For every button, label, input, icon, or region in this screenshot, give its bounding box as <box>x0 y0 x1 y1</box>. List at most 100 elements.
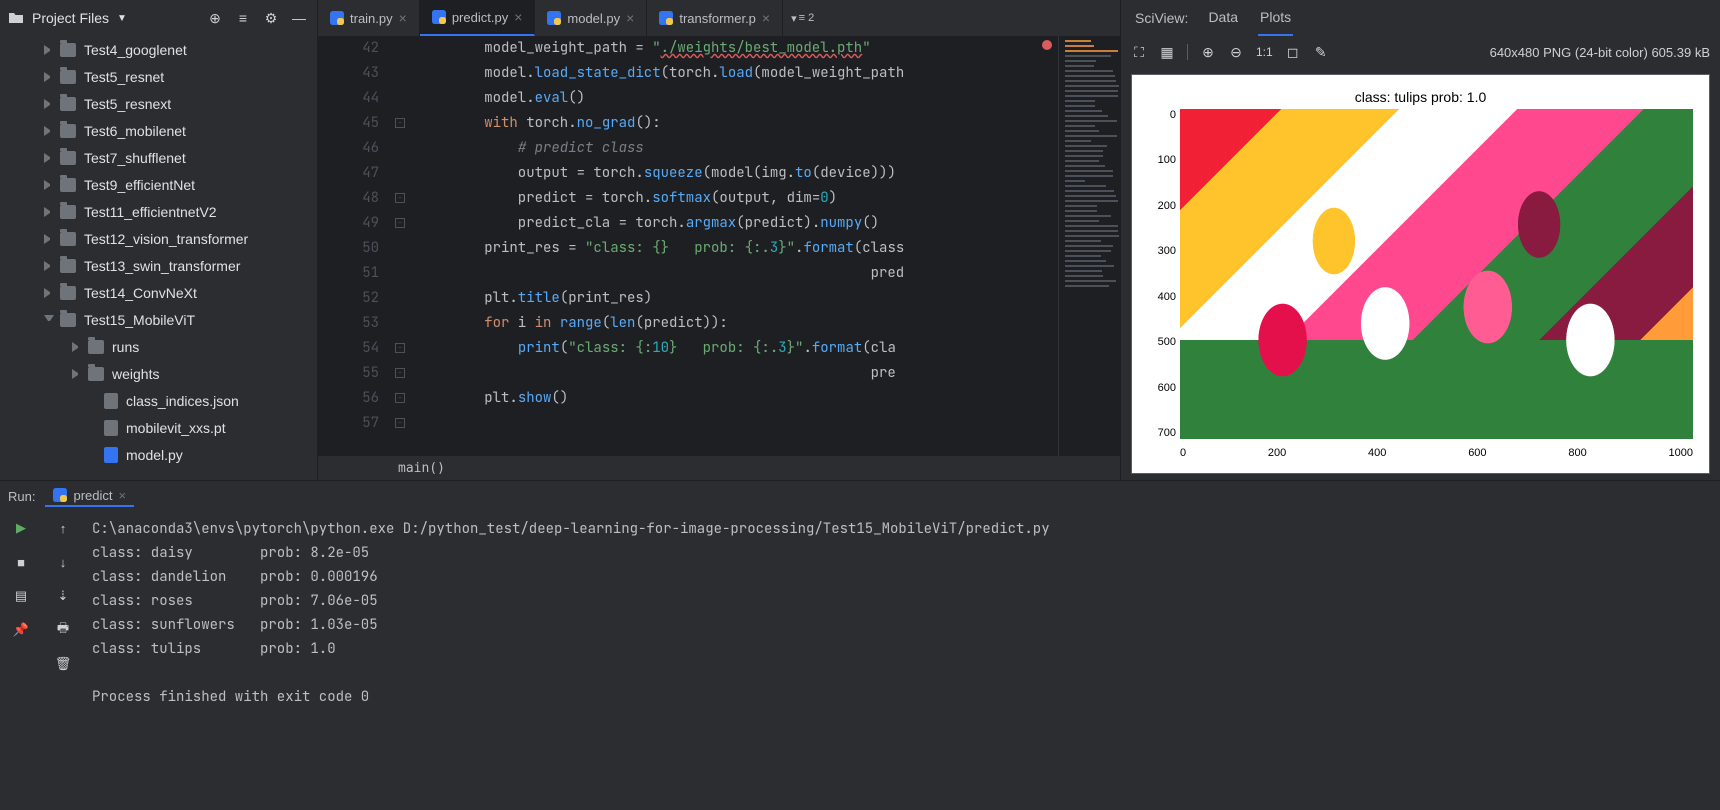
tree-item[interactable]: class_indices.json <box>0 387 317 414</box>
plot[interactable]: class: tulips prob: 1.0 0100200300400500… <box>1131 74 1710 474</box>
tree-item[interactable]: mobilevit_xxs.pt <box>0 414 317 441</box>
run-header: Run: predict × <box>0 481 1720 511</box>
plot-container: class: tulips prob: 1.0 0100200300400500… <box>1121 68 1720 480</box>
run-tab[interactable]: predict × <box>45 486 134 507</box>
breadcrumb[interactable]: main() <box>318 456 1120 480</box>
tree-arrow-icon[interactable] <box>44 45 54 55</box>
grid-icon[interactable]: ▦ <box>1159 44 1175 60</box>
tree-item[interactable]: Test9_efficientNet <box>0 171 317 198</box>
plot-title: class: tulips prob: 1.0 <box>1132 89 1709 105</box>
pin-icon[interactable]: 📌 <box>12 621 30 639</box>
tree-item[interactable]: model.py <box>0 441 317 468</box>
up-icon[interactable]: ↑ <box>54 519 72 537</box>
tree-arrow-icon[interactable] <box>44 207 54 217</box>
plot-x-ticks: 02004006008001000 <box>1180 447 1693 459</box>
tree-item[interactable]: Test12_vision_transformer <box>0 225 317 252</box>
sciview-tab-data[interactable]: Data <box>1206 0 1240 36</box>
sidebar-title[interactable]: Project Files <box>32 10 109 26</box>
tree-arrow-icon[interactable] <box>44 315 54 325</box>
json-icon <box>104 393 118 409</box>
close-icon[interactable]: × <box>514 9 522 25</box>
export-icon[interactable]: ⇣ <box>54 587 72 605</box>
tree-item-label: mobilevit_xxs.pt <box>126 420 226 436</box>
editor-tab[interactable]: train.py × <box>318 0 420 36</box>
close-icon[interactable]: × <box>119 488 127 503</box>
sciview-header: SciView: Data Plots <box>1121 0 1720 36</box>
error-indicator-icon[interactable] <box>1042 40 1052 50</box>
sciview-toolbar: ⛶ ▦ ⊕ ⊖ 1:1 ◻ ✎ 640x480 PNG (24-bit colo… <box>1121 36 1720 68</box>
close-icon[interactable]: × <box>762 10 770 26</box>
code-area[interactable]: 42434445464748495051525354555657 −−−−−−−… <box>318 36 1120 456</box>
tree-item-label: weights <box>112 366 159 382</box>
dropdown-icon[interactable]: ▼ <box>117 13 127 24</box>
plot-image <box>1180 109 1693 439</box>
editor-pane: train.py×predict.py×model.py×transformer… <box>318 0 1120 480</box>
tree-item[interactable]: runs <box>0 333 317 360</box>
editor-tab[interactable]: model.py × <box>535 0 647 36</box>
trash-icon[interactable]: 🗑 <box>54 655 72 673</box>
plot-y-ticks: 0100200300400500600700 <box>1140 109 1176 439</box>
tree-item[interactable]: Test14_ConvNeXt <box>0 279 317 306</box>
tabs-more[interactable]: ▾≡ 2 <box>783 0 822 36</box>
tree-item[interactable]: weights <box>0 360 317 387</box>
tree-arrow-icon[interactable] <box>44 153 54 163</box>
run-label: Run: <box>8 489 35 504</box>
layout-icon[interactable]: ▤ <box>12 587 30 605</box>
zoom-in-icon[interactable]: ⊕ <box>1200 44 1216 60</box>
zoom-reset[interactable]: 1:1 <box>1256 44 1273 60</box>
close-icon[interactable]: × <box>626 10 634 26</box>
py-icon <box>104 447 118 463</box>
tree-item[interactable]: Test5_resnet <box>0 63 317 90</box>
tree-arrow-icon[interactable] <box>44 99 54 109</box>
run-panel: Run: predict × ▶ ■ ▤ 📌 ↑ ↓ ⇣ 🖶 🗑 C:\anac… <box>0 480 1720 810</box>
tab-label: predict.py <box>452 10 508 25</box>
tree-arrow-icon[interactable] <box>72 369 82 379</box>
tree-arrow-icon[interactable] <box>44 261 54 271</box>
minimap[interactable] <box>1058 36 1120 456</box>
hide-icon[interactable]: — <box>289 8 309 28</box>
tree-item[interactable]: Test13_swin_transformer <box>0 252 317 279</box>
crop-icon[interactable]: ◻ <box>1285 44 1301 60</box>
tree-item[interactable]: Test4_googlenet <box>0 36 317 63</box>
tree-item[interactable]: Test6_mobilenet <box>0 117 317 144</box>
tree-item[interactable]: Test5_resnext <box>0 90 317 117</box>
tree-arrow-icon[interactable] <box>72 342 82 352</box>
tab-label: model.py <box>567 11 620 26</box>
console-output[interactable]: C:\anaconda3\envs\pytorch\python.exe D:/… <box>84 511 1720 810</box>
tree-item-label: Test5_resnext <box>84 96 171 112</box>
stop-icon[interactable]: ■ <box>12 553 30 571</box>
code-content[interactable]: model_weight_path = "./weights/best_mode… <box>409 36 1058 456</box>
sciview-tab-plots[interactable]: Plots <box>1258 0 1293 36</box>
down-icon[interactable]: ↓ <box>54 553 72 571</box>
tree-item-label: Test4_googlenet <box>84 42 187 58</box>
tree-arrow-icon[interactable] <box>44 234 54 244</box>
settings-icon[interactable]: ⚙ <box>261 8 281 28</box>
tree-item[interactable]: Test11_efficientnetV2 <box>0 198 317 225</box>
tree-arrow-icon[interactable] <box>44 180 54 190</box>
fold-gutter[interactable]: −−−−−−− <box>393 36 409 456</box>
tree-arrow-icon[interactable] <box>44 126 54 136</box>
tree-arrow-icon[interactable] <box>44 288 54 298</box>
file-tree[interactable]: Test4_googlenet Test5_resnet Test5_resnext… <box>0 36 317 480</box>
locate-icon[interactable]: ⊕ <box>205 8 225 28</box>
tree-item-label: Test7_shufflenet <box>84 150 186 166</box>
tree-item[interactable]: Test7_shufflenet <box>0 144 317 171</box>
tree-item[interactable]: Test15_MobileViT <box>0 306 317 333</box>
tree-arrow-icon[interactable] <box>44 72 54 82</box>
tree-item-label: Test12_vision_transformer <box>84 231 248 247</box>
rerun-icon[interactable]: ▶ <box>12 519 30 537</box>
fit-screen-icon[interactable]: ⛶ <box>1131 44 1147 60</box>
run-toolbar-left2: ↑ ↓ ⇣ 🖶 🗑 <box>42 511 84 810</box>
editor-tab[interactable]: transformer.p× <box>647 0 783 36</box>
print-icon[interactable]: 🖶 <box>54 621 72 639</box>
folder-icon <box>8 10 24 26</box>
editor-tab[interactable]: predict.py × <box>420 0 536 36</box>
color-picker-icon[interactable]: ✎ <box>1313 44 1329 60</box>
tree-item-label: Test14_ConvNeXt <box>84 285 197 301</box>
close-icon[interactable]: × <box>399 10 407 26</box>
tab-label: train.py <box>350 11 393 26</box>
collapse-icon[interactable]: ≡ <box>233 8 253 28</box>
file-icon <box>104 420 118 436</box>
zoom-out-icon[interactable]: ⊖ <box>1228 44 1244 60</box>
sciview-panel: SciView: Data Plots ⛶ ▦ ⊕ ⊖ 1:1 ◻ ✎ 640x… <box>1120 0 1720 480</box>
